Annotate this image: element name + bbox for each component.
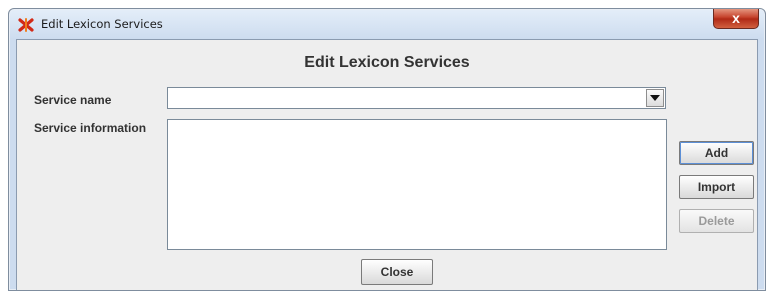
window-title: Edit Lexicon Services [41, 17, 163, 31]
delete-button[interactable]: Delete [679, 209, 754, 233]
window-close-button[interactable]: x [713, 9, 759, 29]
dialog-content: Edit Lexicon Services Service name Servi… [16, 39, 758, 290]
lexicon-app-icon [18, 18, 34, 32]
close-button[interactable]: Close [361, 259, 433, 285]
service-name-label: Service name [34, 93, 112, 107]
dialog-window: Edit Lexicon Services x Edit Lexicon Ser… [8, 8, 766, 291]
add-button[interactable]: Add [679, 141, 754, 165]
service-information-textarea[interactable] [167, 119, 667, 250]
service-information-label: Service information [34, 121, 147, 135]
chevron-down-icon[interactable] [646, 89, 664, 107]
service-name-dropdown[interactable] [167, 87, 666, 109]
import-button[interactable]: Import [679, 175, 754, 199]
close-icon: x [732, 10, 740, 26]
title-bar[interactable]: Edit Lexicon Services x [9, 9, 765, 39]
dialog-heading: Edit Lexicon Services [304, 54, 470, 71]
